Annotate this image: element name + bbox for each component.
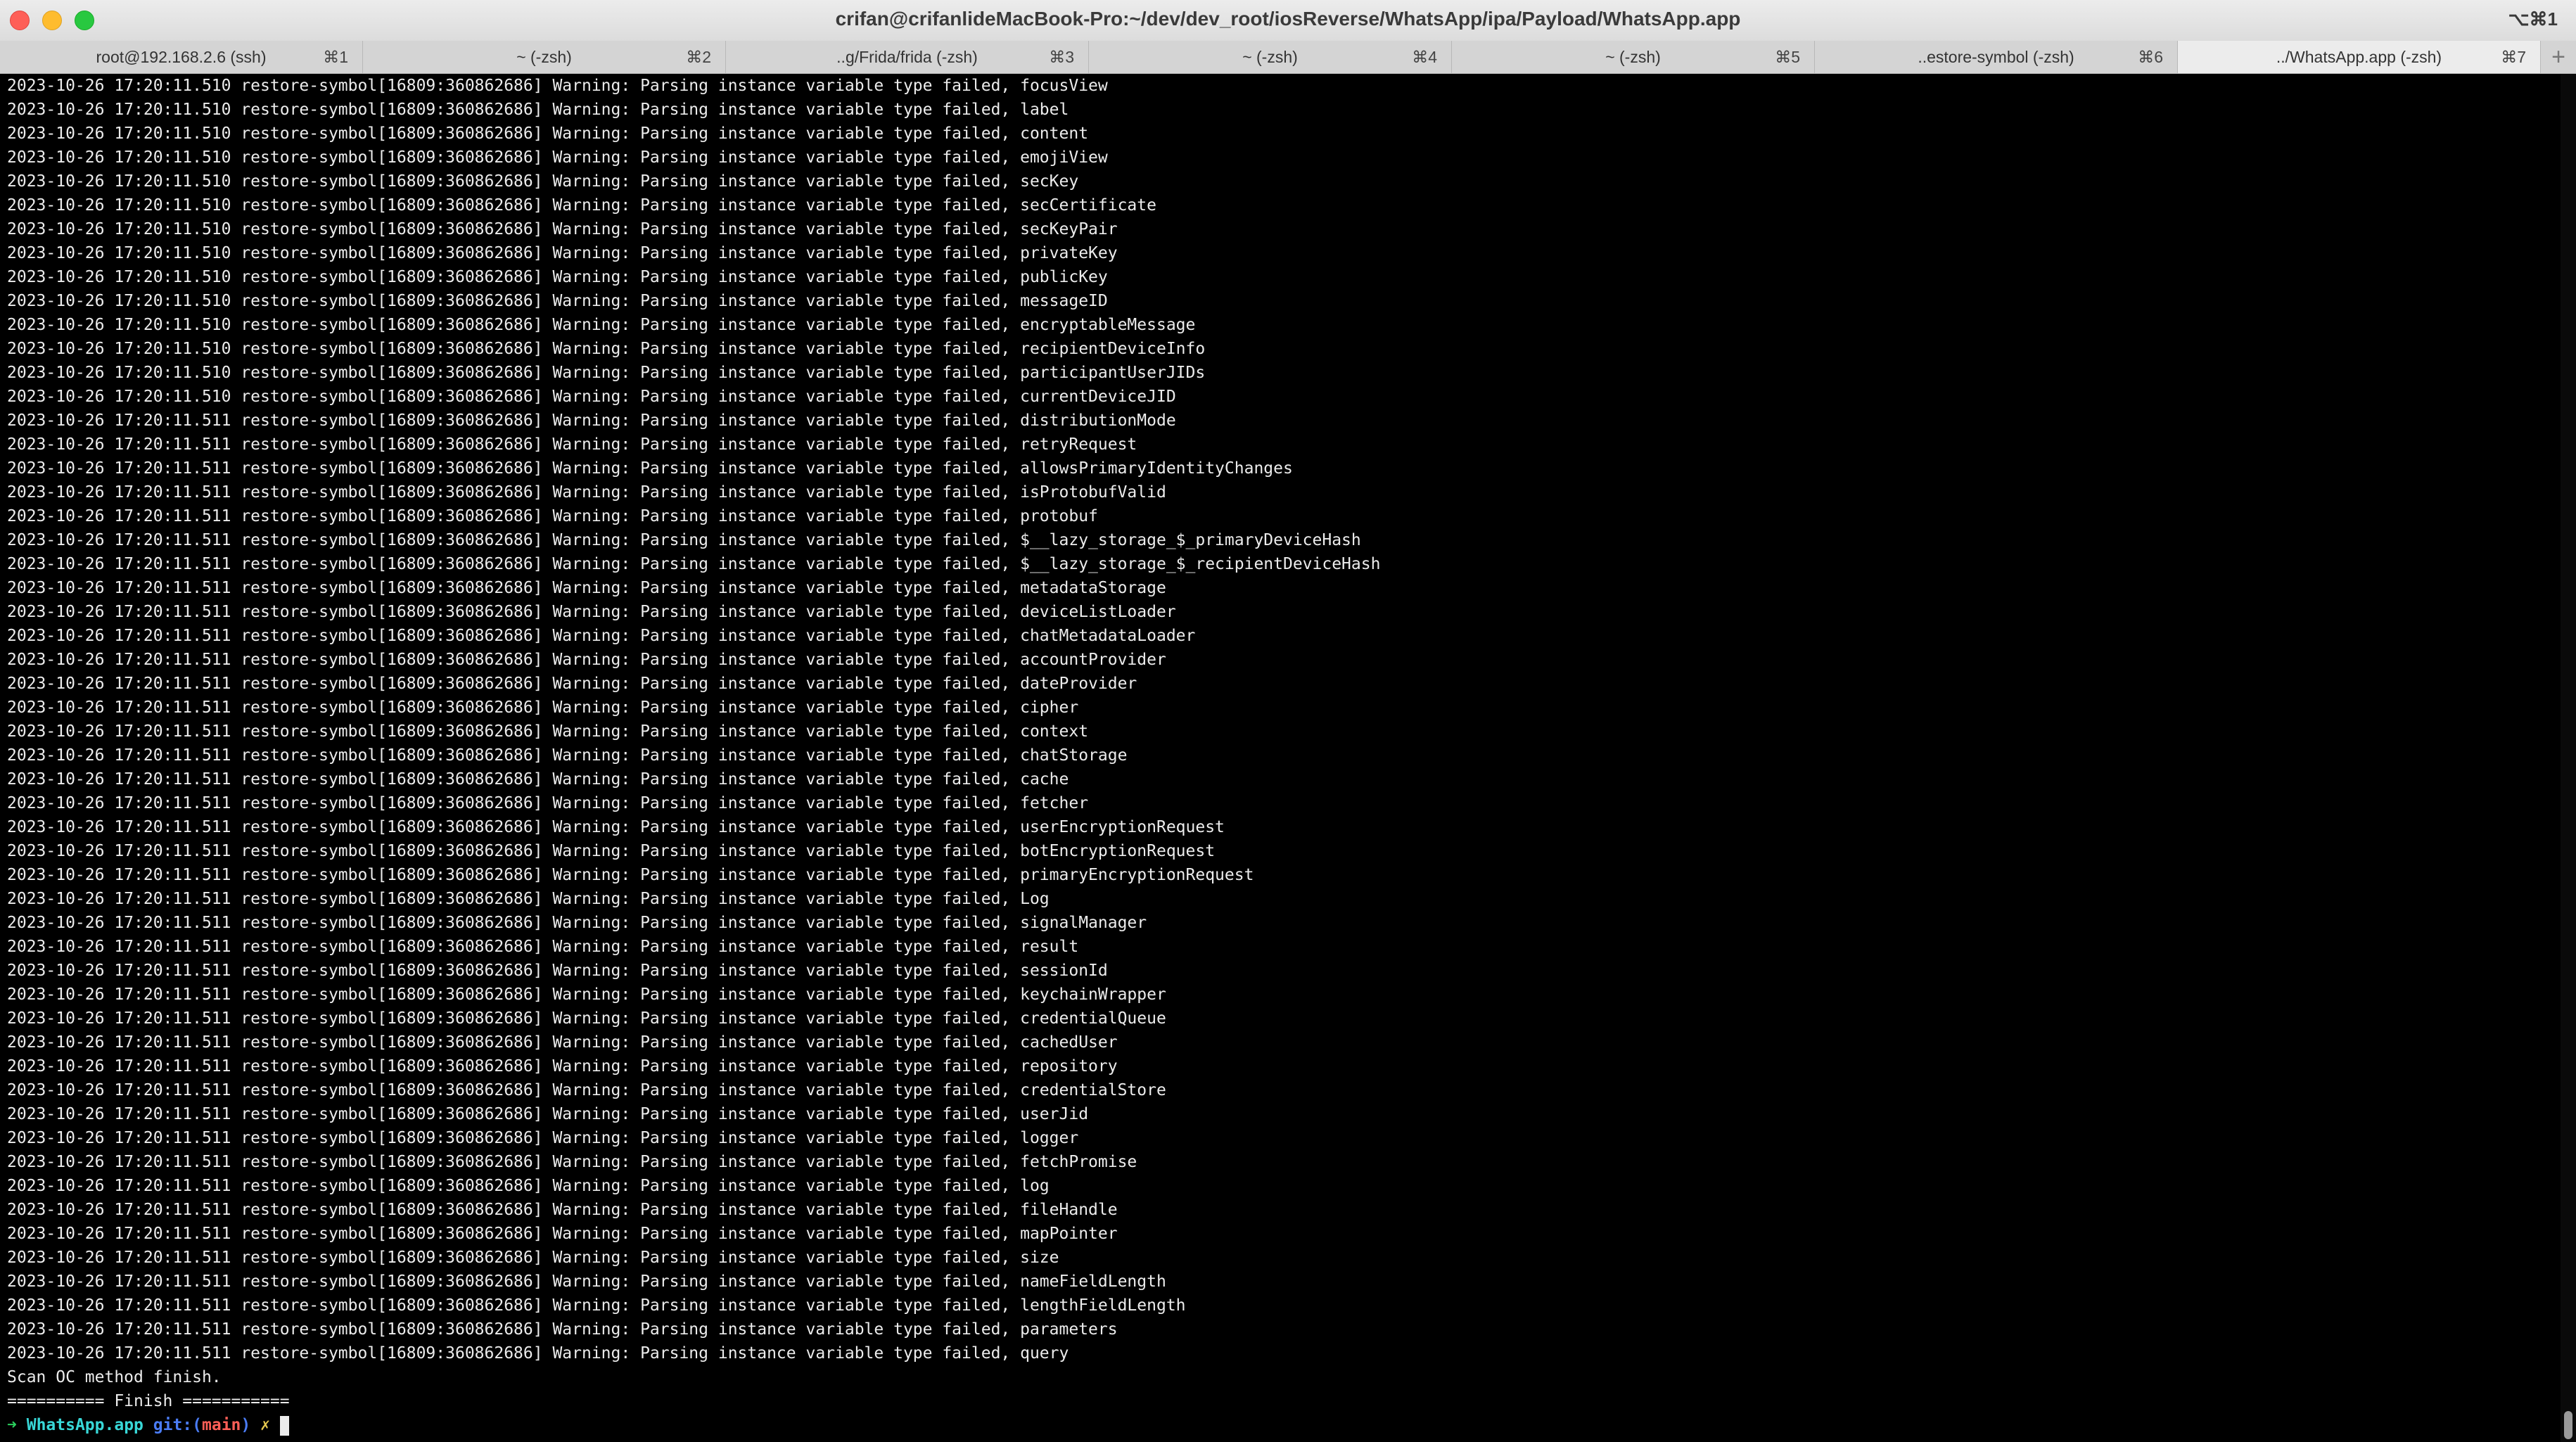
terminal-line: 2023-10-26 17:20:11.511 restore-symbol[1… (7, 435, 1137, 454)
tab-5[interactable]: ~ (-zsh) ⌘5 (1452, 41, 1815, 73)
prompt-directory: WhatsApp.app (26, 1416, 144, 1434)
terminal-line: 2023-10-26 17:20:11.511 restore-symbol[1… (7, 890, 1050, 908)
terminal-line: 2023-10-26 17:20:11.511 restore-symbol[1… (7, 1296, 1186, 1315)
terminal-line: 2023-10-26 17:20:11.511 restore-symbol[1… (7, 1201, 1118, 1219)
terminal-line: 2023-10-26 17:20:11.510 restore-symbol[1… (7, 292, 1108, 310)
terminal-line: 2023-10-26 17:20:11.511 restore-symbol[1… (7, 770, 1069, 789)
terminal-line: 2023-10-26 17:20:11.510 restore-symbol[1… (7, 196, 1156, 215)
terminal-line: 2023-10-26 17:20:11.510 restore-symbol[1… (7, 340, 1206, 358)
tab-shortcut: ⌘4 (1412, 48, 1437, 66)
terminal-line: 2023-10-26 17:20:11.511 restore-symbol[1… (7, 1249, 1059, 1267)
terminal-line: 2023-10-26 17:20:11.511 restore-symbol[1… (7, 1177, 1050, 1195)
terminal-line: 2023-10-26 17:20:11.511 restore-symbol[1… (7, 746, 1128, 765)
terminal-line: 2023-10-26 17:20:11.511 restore-symbol[1… (7, 1344, 1069, 1363)
terminal-line: 2023-10-26 17:20:11.511 restore-symbol[1… (7, 1129, 1079, 1147)
scrollbar-thumb[interactable] (2564, 1411, 2572, 1439)
terminal-line: ========== Finish =========== (7, 1392, 290, 1410)
terminal-line: 2023-10-26 17:20:11.511 restore-symbol[1… (7, 603, 1176, 621)
terminal-line: 2023-10-26 17:20:11.511 restore-symbol[1… (7, 459, 1293, 478)
terminal-line: 2023-10-26 17:20:11.511 restore-symbol[1… (7, 794, 1089, 812)
tab-bar: root@192.168.2.6 (ssh) ⌘1 ~ (-zsh) ⌘2 ..… (0, 41, 2576, 74)
prompt-arrow-icon: ➜ (7, 1416, 17, 1434)
tab-label: ..g/Frida/frida (-zsh) (836, 48, 978, 66)
terminal-line: 2023-10-26 17:20:11.511 restore-symbol[1… (7, 579, 1166, 597)
terminal-line: 2023-10-26 17:20:11.511 restore-symbol[1… (7, 651, 1166, 669)
tab-4[interactable]: ~ (-zsh) ⌘4 (1089, 41, 1452, 73)
terminal-line: Scan OC method finish. (7, 1368, 222, 1386)
terminal-line: 2023-10-26 17:20:11.511 restore-symbol[1… (7, 866, 1254, 884)
tab-shortcut: ⌘5 (1775, 48, 1800, 66)
terminal-line: 2023-10-26 17:20:11.510 restore-symbol[1… (7, 388, 1176, 406)
terminal-line: 2023-10-26 17:20:11.511 restore-symbol[1… (7, 411, 1176, 430)
tab-label: ../WhatsApp.app (-zsh) (2276, 48, 2442, 66)
scrollbar[interactable] (2561, 74, 2576, 1442)
new-tab-button[interactable]: + (2541, 41, 2576, 73)
tab-shortcut: ⌘3 (1049, 48, 1074, 66)
terminal-line: 2023-10-26 17:20:11.511 restore-symbol[1… (7, 483, 1166, 502)
terminal-line: 2023-10-26 17:20:11.511 restore-symbol[1… (7, 842, 1216, 860)
terminal-line: 2023-10-26 17:20:11.511 restore-symbol[1… (7, 1057, 1118, 1076)
title-bar: crifan@crifanlideMacBook-Pro:~/dev/dev_r… (0, 0, 2576, 42)
terminal-line: 2023-10-26 17:20:11.511 restore-symbol[1… (7, 1272, 1166, 1291)
terminal-output[interactable]: 2023-10-26 17:20:11.510 restore-symbol[1… (0, 74, 2561, 1442)
prompt-git-suffix: ) (241, 1416, 251, 1434)
tab-shortcut: ⌘6 (2138, 48, 2163, 66)
terminal-line: 2023-10-26 17:20:11.511 restore-symbol[1… (7, 1081, 1166, 1099)
terminal-line: 2023-10-26 17:20:11.511 restore-symbol[1… (7, 1009, 1166, 1028)
tab-label: ~ (-zsh) (1242, 48, 1298, 66)
terminal-line: 2023-10-26 17:20:11.511 restore-symbol[1… (7, 938, 1079, 956)
terminal-line: 2023-10-26 17:20:11.511 restore-symbol[1… (7, 627, 1196, 645)
prompt-git-branch: main (202, 1416, 241, 1434)
tab-2[interactable]: ~ (-zsh) ⌘2 (363, 41, 726, 73)
terminal-line: 2023-10-26 17:20:11.511 restore-symbol[1… (7, 1320, 1118, 1339)
terminal-line: 2023-10-26 17:20:11.510 restore-symbol[1… (7, 364, 1206, 382)
terminal-line: 2023-10-26 17:20:11.511 restore-symbol[1… (7, 507, 1098, 525)
terminal-line: 2023-10-26 17:20:11.510 restore-symbol[1… (7, 268, 1108, 286)
terminal-line: 2023-10-26 17:20:11.511 restore-symbol[1… (7, 962, 1108, 980)
terminal-line: 2023-10-26 17:20:11.511 restore-symbol[1… (7, 555, 1381, 573)
tab-shortcut: ⌘2 (686, 48, 711, 66)
terminal-line: 2023-10-26 17:20:11.510 restore-symbol[1… (7, 101, 1069, 119)
terminal-line: 2023-10-26 17:20:11.511 restore-symbol[1… (7, 675, 1137, 693)
tab-label: root@192.168.2.6 (ssh) (96, 48, 267, 66)
tab-6[interactable]: ..estore-symbol (-zsh) ⌘6 (1815, 41, 2178, 73)
tab-7[interactable]: ../WhatsApp.app (-zsh) ⌘7 (2178, 41, 2541, 73)
terminal-line: 2023-10-26 17:20:11.511 restore-symbol[1… (7, 818, 1225, 836)
tab-label: ~ (-zsh) (516, 48, 572, 66)
tab-label: ..estore-symbol (-zsh) (1918, 48, 2074, 66)
terminal-line: 2023-10-26 17:20:11.511 restore-symbol[1… (7, 531, 1361, 549)
prompt-dirty-icon: ✗ (260, 1416, 270, 1434)
tab-3[interactable]: ..g/Frida/frida (-zsh) ⌘3 (726, 41, 1089, 73)
terminal-line: 2023-10-26 17:20:11.510 restore-symbol[1… (7, 244, 1118, 262)
terminal-line: 2023-10-26 17:20:11.511 restore-symbol[1… (7, 722, 1089, 741)
shell-prompt[interactable]: ➜ WhatsApp.app git:(main) ✗ (7, 1413, 2561, 1437)
terminal-line: 2023-10-26 17:20:11.511 restore-symbol[1… (7, 1105, 1089, 1123)
terminal-line: 2023-10-26 17:20:11.510 restore-symbol[1… (7, 172, 1079, 191)
prompt-git-prefix: git:( (153, 1416, 202, 1434)
terminal-line: 2023-10-26 17:20:11.510 restore-symbol[1… (7, 220, 1118, 238)
window-shortcut: ⌥⌘1 (2508, 8, 2558, 30)
tab-label: ~ (-zsh) (1605, 48, 1661, 66)
terminal-line: 2023-10-26 17:20:11.511 restore-symbol[1… (7, 914, 1147, 932)
terminal-line: 2023-10-26 17:20:11.510 restore-symbol[1… (7, 148, 1108, 167)
terminal-line: 2023-10-26 17:20:11.511 restore-symbol[1… (7, 1033, 1118, 1052)
terminal-line: 2023-10-26 17:20:11.511 restore-symbol[1… (7, 698, 1079, 717)
terminal-line: 2023-10-26 17:20:11.510 restore-symbol[1… (7, 316, 1196, 334)
text-cursor (279, 1415, 289, 1436)
terminal-line: 2023-10-26 17:20:11.510 restore-symbol[1… (7, 77, 1108, 95)
terminal-line: 2023-10-26 17:20:11.510 restore-symbol[1… (7, 125, 1089, 143)
terminal-line: 2023-10-26 17:20:11.511 restore-symbol[1… (7, 1153, 1137, 1171)
tab-shortcut: ⌘1 (323, 48, 348, 66)
window-title: crifan@crifanlideMacBook-Pro:~/dev/dev_r… (835, 8, 1741, 30)
tab-1[interactable]: root@192.168.2.6 (ssh) ⌘1 (0, 41, 363, 73)
terminal-line: 2023-10-26 17:20:11.511 restore-symbol[1… (7, 985, 1166, 1004)
terminal-line: 2023-10-26 17:20:11.511 restore-symbol[1… (7, 1225, 1118, 1243)
tab-shortcut: ⌘7 (2501, 48, 2526, 66)
